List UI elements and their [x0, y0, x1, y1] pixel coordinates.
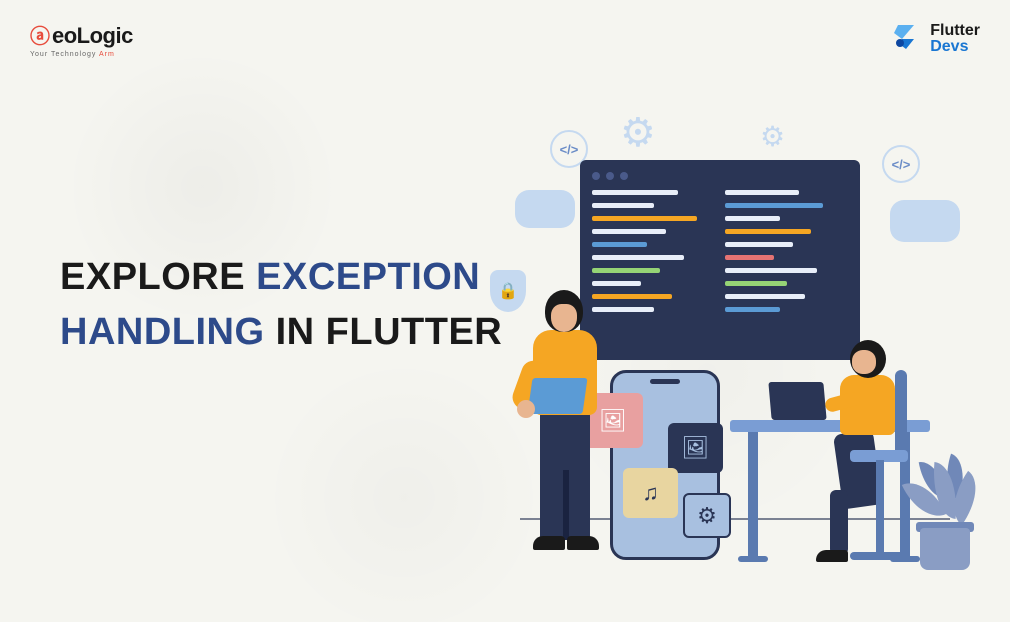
standing-developer — [515, 290, 615, 570]
image-tile-icon: 🖼 — [668, 423, 723, 473]
header-bar: ⓐ eoLogic Your Technology Arm Flutter De… — [0, 20, 1010, 58]
aeologic-icon: ⓐ — [30, 20, 50, 49]
plant-decoration — [900, 440, 990, 570]
flutter-word: Flutter — [930, 23, 980, 39]
laptop-icon — [527, 378, 587, 414]
aeologic-name: eoLogic — [52, 23, 133, 49]
flutterdevs-logo: Flutter Devs — [886, 20, 980, 58]
aeologic-tagline: Your Technology Arm — [30, 51, 115, 58]
flutter-icon — [886, 21, 922, 57]
settings-tile-icon: ⚙ — [683, 493, 731, 538]
headline-w3: HANDLING — [60, 311, 265, 353]
aeologic-logo: ⓐ eoLogic Your Technology Arm — [30, 20, 133, 58]
speech-bubble — [515, 190, 575, 228]
gear-icon: ⚙ — [620, 110, 656, 156]
gear-icon: ⚙ — [760, 120, 785, 153]
music-tile-icon: ♫ — [623, 468, 678, 518]
code-editor-screen — [580, 160, 860, 360]
devs-word: Devs — [930, 39, 980, 55]
phone-mockup: 🖼 🖼 ♫ ⚙ — [610, 370, 720, 560]
hero-illustration: ⚙ ⚙ </> </> 🔒 — [460, 100, 980, 580]
speech-bubble — [890, 200, 960, 242]
headline-w1: EXPLORE — [60, 256, 256, 298]
headline: EXPLORE EXCEPTION HANDLING IN FLUTTER — [60, 250, 502, 360]
headline-w2: EXCEPTION — [256, 256, 480, 298]
code-tag-icon: </> — [882, 145, 920, 183]
